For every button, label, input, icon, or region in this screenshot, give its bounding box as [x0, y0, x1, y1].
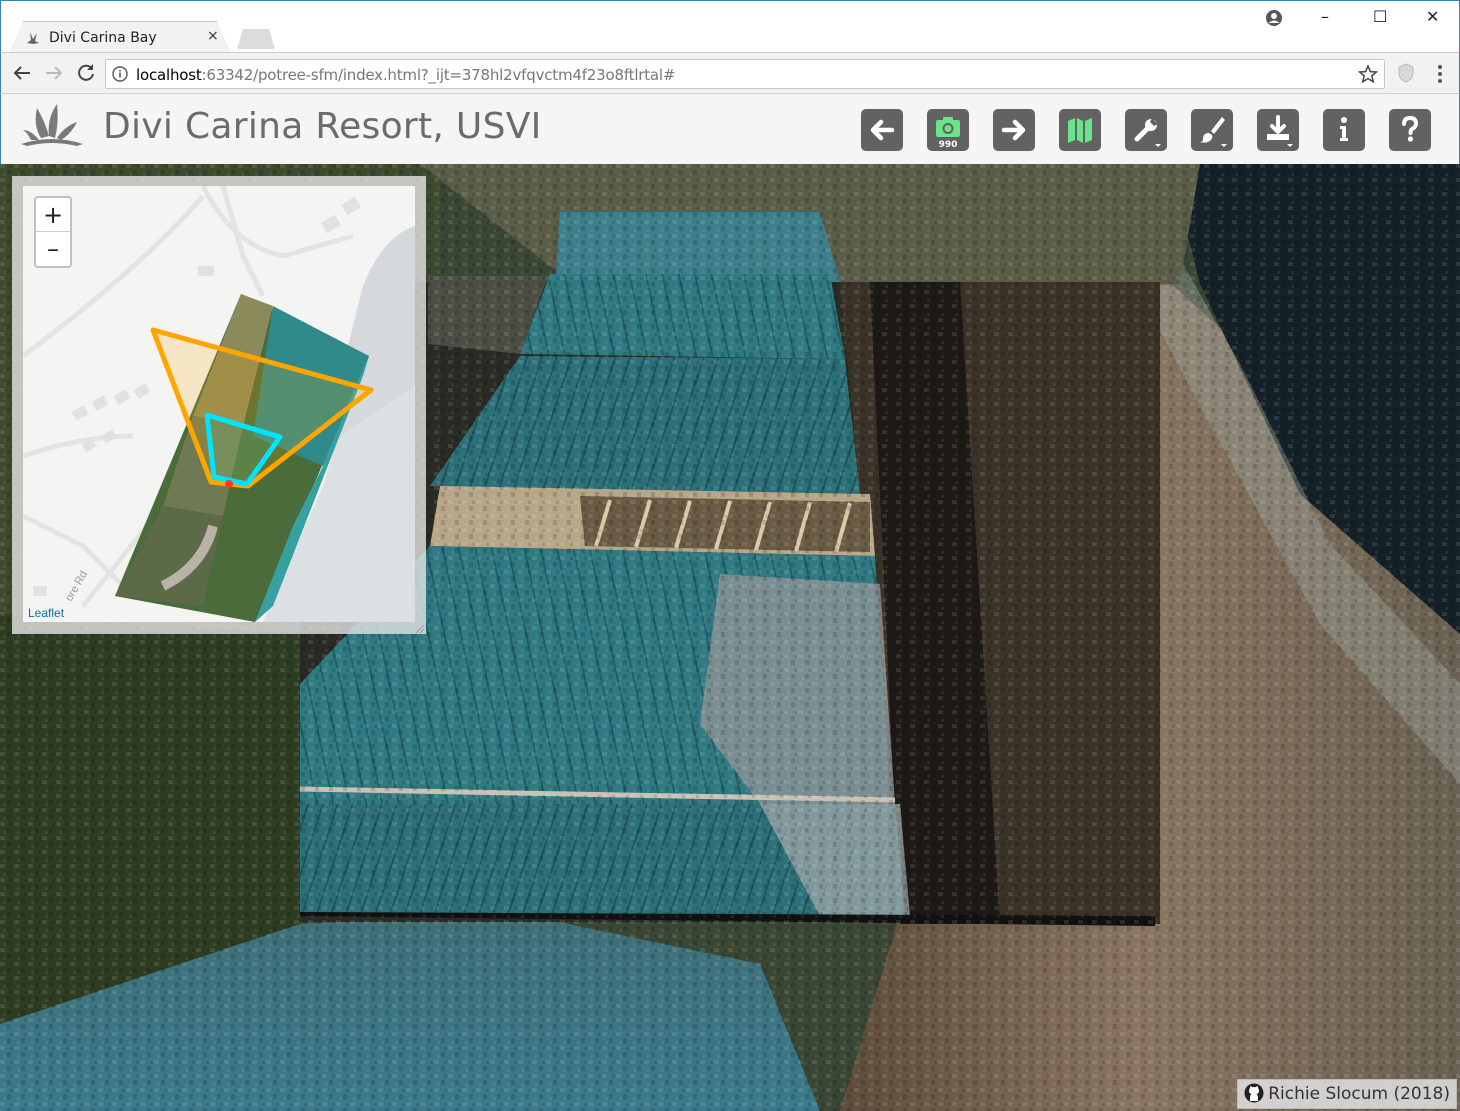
map-button[interactable] [1059, 109, 1101, 151]
url-path: :63342/potree-sfm/index.html?_ijt=378hl2… [201, 66, 676, 84]
browser-toolbar: localhost:63342/potree-sfm/index.html?_i… [0, 52, 1460, 94]
info-circle-icon[interactable] [112, 66, 128, 82]
browser-tab-content[interactable]: Divi Carina Bay × [11, 22, 229, 54]
profile-icon[interactable] [1265, 9, 1283, 27]
back-button[interactable] [861, 109, 903, 151]
forward-button[interactable] [993, 109, 1035, 151]
back-arrow-icon[interactable] [10, 61, 34, 85]
camera-button[interactable]: 990 [927, 109, 969, 151]
leaf-favicon-icon [27, 32, 39, 44]
info-button[interactable] [1323, 109, 1365, 151]
maximize-icon[interactable]: ☐ [1373, 7, 1387, 26]
zoom-out-button[interactable]: – [36, 232, 70, 266]
address-bar[interactable]: localhost:63342/potree-sfm/index.html?_i… [105, 59, 1385, 89]
minimize-icon[interactable]: – [1321, 7, 1329, 26]
help-icon [1402, 115, 1419, 142]
camera-count: 990 [938, 140, 958, 150]
download-icon [1267, 115, 1293, 147]
forward-arrow-icon[interactable] [42, 61, 66, 85]
tab-close-icon[interactable]: × [207, 28, 219, 44]
download-button[interactable] [1257, 109, 1299, 151]
credit-badge[interactable]: Richie Slocum (2018) [1237, 1079, 1457, 1109]
brush-icon [1200, 117, 1227, 147]
menu-dots-icon[interactable] [1432, 63, 1448, 85]
tab-title: Divi Carina Bay [49, 30, 157, 46]
help-button[interactable] [1389, 109, 1431, 151]
extension-shield-icon[interactable] [1397, 63, 1415, 83]
resize-handle-icon[interactable] [416, 625, 424, 633]
zoom-control: + – [34, 196, 72, 268]
minimap[interactable]: ore Rd + – Leaflet [23, 186, 415, 622]
map-icon [1068, 118, 1092, 143]
url-host: localhost [136, 66, 202, 84]
credit-text: Richie Slocum (2018) [1268, 1084, 1450, 1104]
arrow-right-icon [1001, 119, 1026, 141]
leaf-logo-icon [21, 104, 83, 146]
point-cloud-viewer[interactable]: ore Rd + – Leaflet Richie Slocum (2018) [0, 164, 1460, 1111]
tools-button[interactable] [1125, 109, 1167, 151]
url-text[interactable]: localhost:63342/potree-sfm/index.html?_i… [136, 66, 675, 84]
wrench-icon [1134, 118, 1161, 147]
bookmark-star-icon[interactable] [1358, 64, 1378, 84]
zoom-in-button[interactable]: + [36, 198, 70, 232]
github-icon [1244, 1083, 1264, 1103]
app-header: Divi Carina Resort, USVI 990 [0, 94, 1460, 164]
reload-icon[interactable] [74, 61, 98, 85]
arrow-left-icon [870, 119, 895, 141]
appearance-button[interactable] [1191, 109, 1233, 151]
info-icon [1340, 117, 1348, 141]
new-tab-button[interactable] [237, 29, 275, 49]
leaflet-attribution-link[interactable]: Leaflet [28, 606, 64, 620]
page-title: Divi Carina Resort, USVI [103, 106, 542, 147]
close-window-icon[interactable]: ✕ [1426, 7, 1439, 26]
browser-tabstrip: Divi Carina Bay × – ☐ ✕ [0, 0, 1460, 54]
minimap-canvas[interactable]: ore Rd [23, 186, 415, 622]
